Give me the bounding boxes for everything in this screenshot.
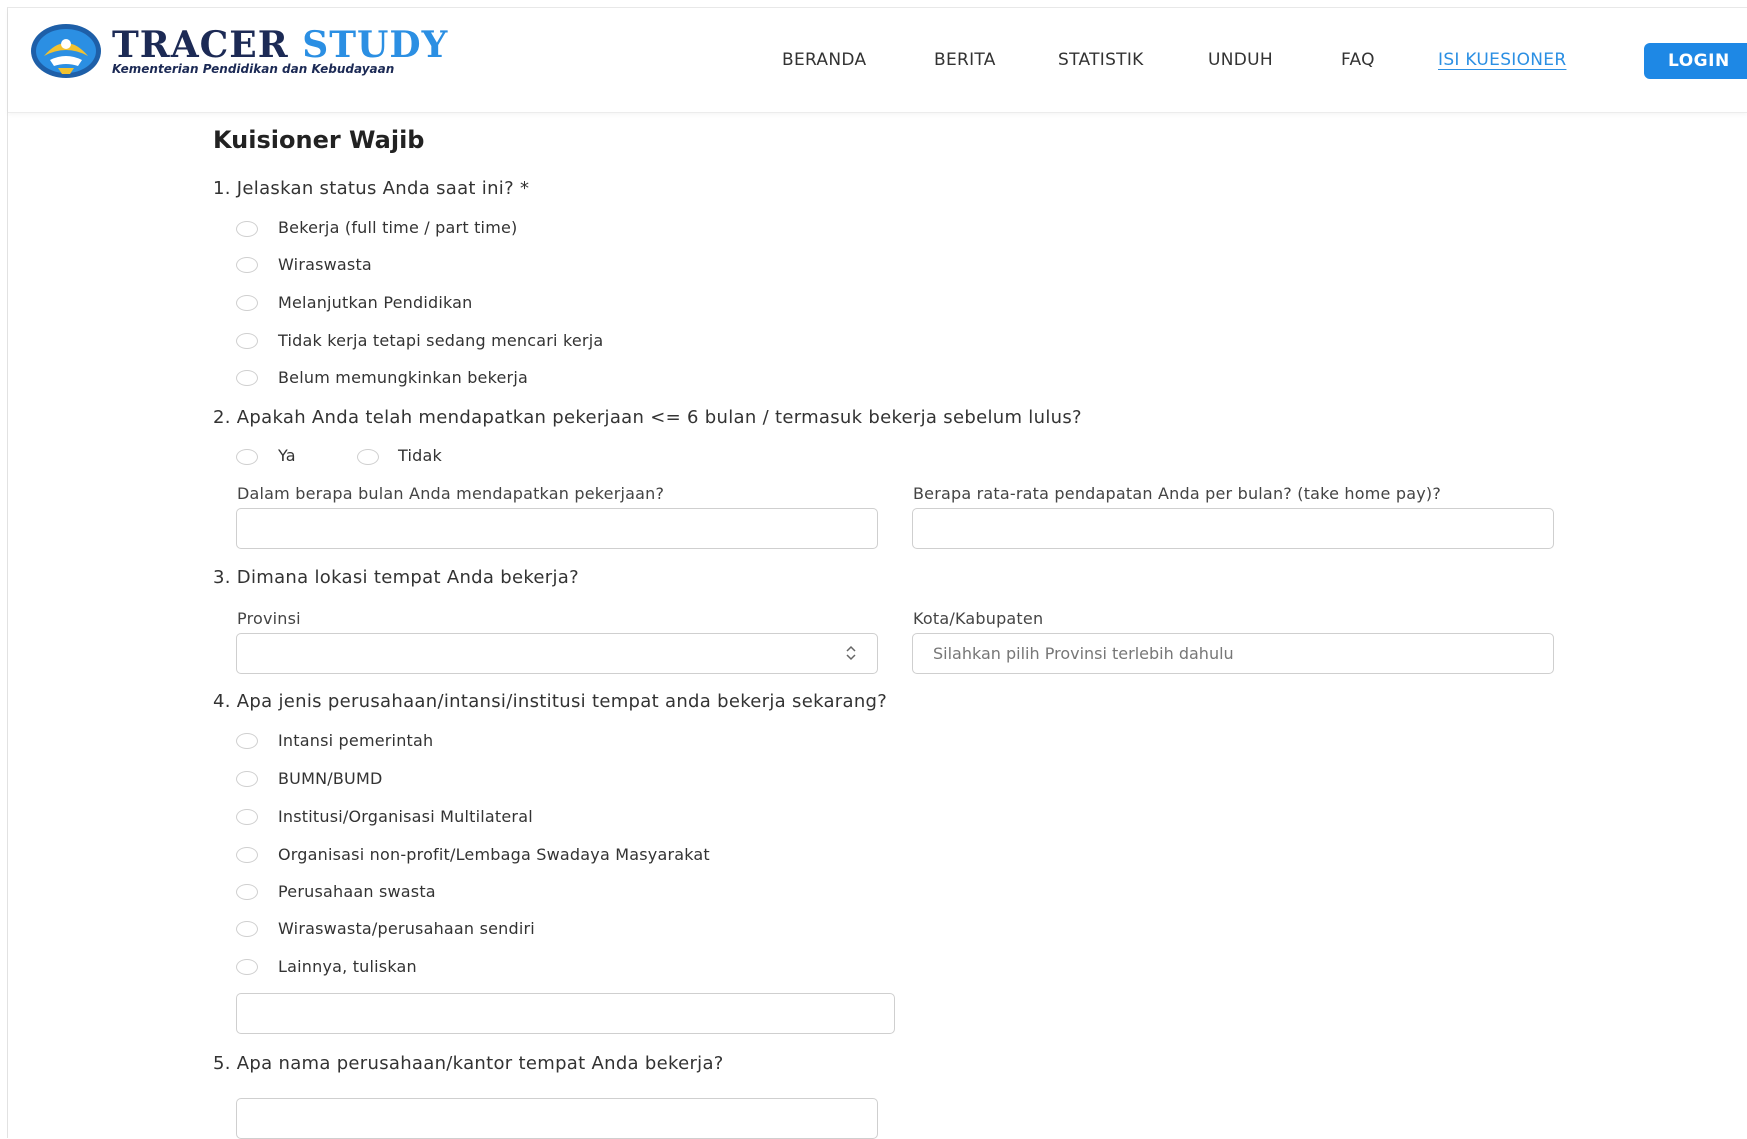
q4-radio-2[interactable] bbox=[236, 809, 258, 825]
q1-radio-4[interactable] bbox=[236, 370, 258, 386]
q1-radio-3[interactable] bbox=[236, 333, 258, 349]
q1-option-4[interactable]: Belum memungkinkan bekerja bbox=[278, 368, 528, 387]
q4-option-1[interactable]: BUMN/BUMD bbox=[278, 769, 382, 788]
q1-radio-0[interactable] bbox=[236, 221, 258, 237]
q4-radio-3[interactable] bbox=[236, 847, 258, 863]
city-select[interactable]: Silahkan pilih Provinsi terlebih dahulu bbox=[912, 633, 1554, 674]
q1-radio-2[interactable] bbox=[236, 295, 258, 311]
nav-beranda[interactable]: BERANDA bbox=[782, 50, 866, 70]
q4-radio-1[interactable] bbox=[236, 771, 258, 787]
q1-option-3[interactable]: Tidak kerja tetapi sedang mencari kerja bbox=[278, 331, 603, 350]
select-updown-icon bbox=[846, 645, 856, 661]
city-placeholder: Silahkan pilih Provinsi terlebih dahulu bbox=[933, 644, 1234, 663]
q1-radio-1[interactable] bbox=[236, 257, 258, 273]
q4-option-2[interactable]: Institusi/Organisasi Multilateral bbox=[278, 807, 533, 826]
income-input[interactable] bbox=[912, 508, 1554, 549]
label-income: Berapa rata-rata pendapatan Anda per bul… bbox=[913, 484, 1442, 503]
question-3: 3. Dimana lokasi tempat Anda bekerja? bbox=[213, 567, 579, 588]
q2-radio-tidak[interactable] bbox=[357, 449, 379, 465]
kemendikbud-emblem-icon bbox=[31, 24, 101, 78]
other-company-type-input[interactable] bbox=[236, 993, 895, 1034]
q4-option-6[interactable]: Lainnya, tuliskan bbox=[278, 957, 417, 976]
q1-option-2[interactable]: Melanjutkan Pendidikan bbox=[278, 293, 473, 312]
question-5: 5. Apa nama perusahaan/kantor tempat And… bbox=[213, 1053, 724, 1074]
q4-radio-6[interactable] bbox=[236, 959, 258, 975]
question-1: 1. Jelaskan status Anda saat ini? * bbox=[213, 178, 530, 199]
q1-option-0[interactable]: Bekerja (full time / part time) bbox=[278, 218, 517, 237]
nav-isi-kuesioner[interactable]: ISI KUESIONER bbox=[1438, 50, 1566, 70]
q2-option-ya[interactable]: Ya bbox=[278, 446, 296, 465]
q4-radio-0[interactable] bbox=[236, 733, 258, 749]
q2-radio-ya[interactable] bbox=[236, 449, 258, 465]
form-title: Kuisioner Wajib bbox=[213, 126, 425, 154]
brand-title: TRACER STUDY bbox=[112, 24, 449, 66]
months-input[interactable] bbox=[236, 508, 878, 549]
q4-option-4[interactable]: Perusahaan swasta bbox=[278, 882, 436, 901]
nav-berita[interactable]: BERITA bbox=[934, 50, 996, 70]
company-name-input[interactable] bbox=[236, 1098, 878, 1139]
nav-unduh[interactable]: UNDUH bbox=[1208, 50, 1273, 70]
label-city: Kota/Kabupaten bbox=[913, 609, 1044, 628]
nav-statistik[interactable]: STATISTIK bbox=[1058, 50, 1144, 70]
site-logo[interactable]: TRACER STUDY Kementerian Pendidikan dan … bbox=[30, 22, 448, 80]
q4-option-0[interactable]: Intansi pemerintah bbox=[278, 731, 433, 750]
question-2: 2. Apakah Anda telah mendapatkan pekerja… bbox=[213, 407, 1082, 428]
q4-option-5[interactable]: Wiraswasta/perusahaan sendiri bbox=[278, 919, 535, 938]
province-select[interactable] bbox=[236, 633, 878, 674]
question-4: 4. Apa jenis perusahaan/intansi/institus… bbox=[213, 691, 888, 712]
label-province: Provinsi bbox=[237, 609, 301, 628]
brand-text: TRACER STUDY Kementerian Pendidikan dan … bbox=[112, 26, 448, 76]
login-button[interactable]: LOGIN bbox=[1644, 43, 1747, 79]
q1-option-1[interactable]: Wiraswasta bbox=[278, 255, 372, 274]
q4-radio-4[interactable] bbox=[236, 884, 258, 900]
q4-radio-5[interactable] bbox=[236, 921, 258, 937]
q4-option-3[interactable]: Organisasi non-profit/Lembaga Swadaya Ma… bbox=[278, 845, 710, 864]
nav-faq[interactable]: FAQ bbox=[1341, 50, 1375, 70]
label-months: Dalam berapa bulan Anda mendapatkan peke… bbox=[237, 484, 665, 503]
q2-option-tidak[interactable]: Tidak bbox=[398, 446, 442, 465]
site-header: TRACER STUDY Kementerian Pendidikan dan … bbox=[8, 8, 1747, 113]
